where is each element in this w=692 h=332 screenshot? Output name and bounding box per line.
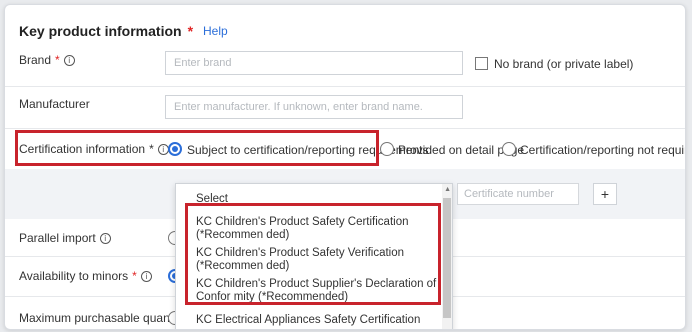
dropdown-option-supplier-declaration[interactable]: KC Children's Product Supplier's Declara… <box>196 278 438 304</box>
manufacturer-input[interactable]: Enter manufacturer. If unknown, enter br… <box>165 95 463 119</box>
brand-label: Brand * i <box>19 53 75 67</box>
radio-not-required-label: Certification/reporting not required <box>520 143 686 157</box>
certification-label: Certification information * i <box>19 142 169 156</box>
dropdown-option-children-safety-certification[interactable]: KC Children's Product Safety Certificati… <box>196 216 438 242</box>
manufacturer-row: Manufacturer Enter manufacturer. If unkn… <box>5 87 685 129</box>
radio-subject-to-certification[interactable] <box>168 142 182 156</box>
max-purchase-label: Maximum purchasable quanti <box>19 311 176 325</box>
dropdown-option-electrical-safety[interactable]: KC Electrical Appliances Safety Certific… <box>196 314 438 327</box>
certification-row: Certification information * i Subject to… <box>5 129 686 169</box>
scroll-up-icon[interactable]: ▲ <box>444 186 451 193</box>
required-mark: * <box>187 23 194 39</box>
radio-provided-on-detail[interactable] <box>380 142 394 156</box>
no-brand-checkbox[interactable] <box>475 57 488 70</box>
certificate-number-input[interactable]: Certificate number <box>457 183 579 205</box>
section-header: Key product information * Help <box>19 23 228 39</box>
no-brand-label: No brand (or private label) <box>494 57 634 71</box>
brand-row: Brand * i Enter brand No brand (or priva… <box>5 45 685 87</box>
dropdown-option-select[interactable]: Select <box>196 193 438 206</box>
scrollbar-thumb[interactable] <box>443 198 451 318</box>
brand-info-icon[interactable]: i <box>63 54 75 66</box>
section-title: Key product information <box>19 23 182 39</box>
parallel-import-info-icon[interactable]: i <box>99 232 111 244</box>
brand-input[interactable]: Enter brand <box>165 51 463 75</box>
manufacturer-label: Manufacturer <box>19 97 90 111</box>
minors-required-mark: * <box>132 269 137 283</box>
brand-required-mark: * <box>55 53 60 67</box>
radio-not-required[interactable] <box>502 142 516 156</box>
add-certificate-button[interactable]: + <box>593 183 617 205</box>
certification-required-mark: * <box>149 142 154 156</box>
dropdown-scrollbar[interactable]: ▲ <box>442 184 452 329</box>
minors-label: Availability to minors * i <box>19 269 152 283</box>
dropdown-option-children-safety-verification[interactable]: KC Children's Product Safety Verificatio… <box>196 247 438 273</box>
product-info-card: Key product information * Help Brand * i… <box>4 4 686 330</box>
parallel-import-label: Parallel import i <box>19 231 111 245</box>
certification-type-dropdown[interactable]: Select KC Children's Product Safety Cert… <box>175 183 453 329</box>
help-link[interactable]: Help <box>203 24 228 38</box>
minors-info-icon[interactable]: i <box>140 270 152 282</box>
